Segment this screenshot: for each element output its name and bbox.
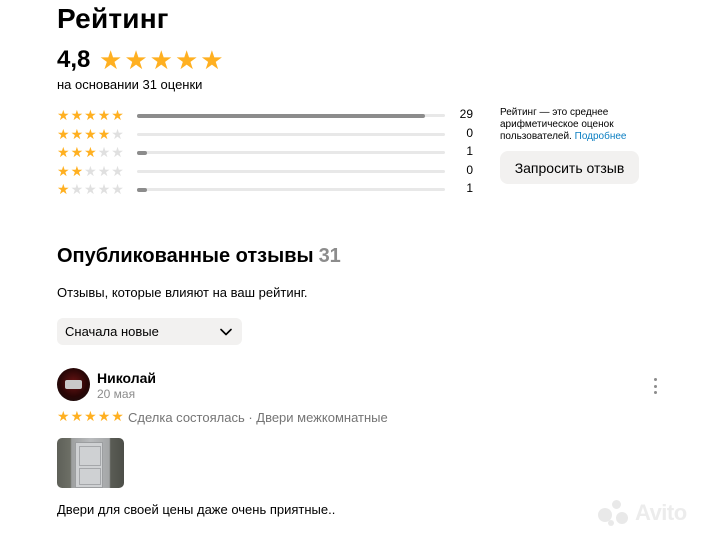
star-icon: ★: [111, 144, 125, 160]
star-icon: ★: [70, 126, 85, 142]
star-icon: ★: [57, 408, 71, 424]
star-icon: ★: [57, 144, 71, 160]
ratings-count-text: на основании 31 оценки: [57, 77, 203, 92]
rating-row-bar-fill: [137, 150, 147, 155]
star-icon: ★: [84, 163, 98, 179]
average-rating: 4,8: [57, 46, 91, 73]
star-icon: ★: [97, 107, 112, 123]
star-icon: ★: [111, 408, 125, 424]
more-options-icon[interactable]: [648, 376, 662, 396]
star-icon: ★: [124, 45, 148, 75]
star-icon: ★: [57, 163, 71, 179]
rating-row-stars: ★★★★★: [57, 107, 125, 123]
star-icon: ★: [174, 45, 199, 75]
star-icon: ★: [97, 163, 112, 179]
review-photo[interactable]: [57, 438, 124, 488]
star-icon: ★: [111, 107, 125, 123]
star-icon: ★: [200, 45, 224, 75]
rating-row-count: 1: [466, 181, 473, 195]
rating-row-1: ★★★★★ 1: [57, 181, 477, 199]
star-icon: ★: [70, 163, 85, 179]
request-review-button[interactable]: Запросить отзыв: [500, 151, 639, 184]
published-reviews-title: Опубликованные отзывы: [57, 245, 314, 267]
star-icon: ★: [70, 107, 85, 123]
published-reviews-heading: Опубликованные отзывы 31: [57, 245, 341, 268]
watermark-text: Avito: [635, 500, 687, 525]
rating-row-count: 1: [466, 144, 473, 158]
average-rating-stars: ★ ★ ★ ★ ★: [99, 47, 224, 73]
rating-row-bar-fill: [137, 113, 425, 118]
rating-row-5: ★★★★★ 29: [57, 107, 477, 125]
star-icon: ★: [57, 126, 71, 142]
avito-watermark: Avito: [598, 500, 687, 526]
star-icon: ★: [70, 181, 85, 197]
star-icon: ★: [84, 181, 98, 197]
sort-selected-value: Сначала новые: [65, 324, 159, 339]
rating-row-count: 29: [459, 107, 473, 121]
review-stars: ★★★★★: [57, 408, 125, 425]
rating-info: Рейтинг — это среднее арифметическое оце…: [500, 107, 640, 143]
sort-dropdown[interactable]: Сначала новые: [57, 318, 242, 345]
rating-row-bar: [137, 187, 445, 192]
chevron-down-icon: [220, 328, 232, 335]
rating-row-bar: [137, 113, 445, 118]
rating-row-2: ★★★★★ 0: [57, 163, 477, 181]
more-info-link[interactable]: Подробнее: [575, 131, 627, 142]
star-icon: ★: [84, 408, 98, 424]
rating-row-4: ★★★★★ 0: [57, 126, 477, 144]
review-date: 20 мая: [97, 387, 136, 401]
star-icon: ★: [97, 144, 112, 160]
rating-row-bar: [137, 133, 445, 136]
star-icon: ★: [149, 45, 173, 75]
review-deal-info: Сделка состоялась · Двери межкомнатные: [128, 410, 388, 425]
door-image: [75, 442, 103, 488]
star-icon: ★: [111, 163, 125, 179]
rating-row-3: ★★★★★ 1: [57, 144, 477, 162]
avito-logo-icon: [598, 500, 632, 526]
rating-row-stars: ★★★★★: [57, 181, 125, 197]
star-icon: ★: [84, 126, 98, 142]
star-icon: ★: [70, 408, 85, 424]
star-icon: ★: [70, 144, 85, 160]
rating-row-bar-fill: [137, 187, 147, 192]
published-reviews-count: 31: [318, 245, 341, 267]
star-icon: ★: [57, 107, 71, 123]
review-author[interactable]: Николай: [97, 370, 156, 386]
rating-row-stars: ★★★★★: [57, 144, 125, 160]
avatar-logo: [65, 380, 82, 389]
star-icon: ★: [111, 181, 125, 197]
star-icon: ★: [97, 181, 112, 197]
star-icon: ★: [84, 107, 98, 123]
rating-row-bar: [137, 150, 445, 155]
star-icon: ★: [111, 126, 125, 142]
rating-row-stars: ★★★★★: [57, 163, 125, 179]
star-icon: ★: [99, 45, 123, 75]
rating-row-count: 0: [466, 126, 473, 140]
rating-row-stars: ★★★★★: [57, 126, 125, 142]
page-title: Рейтинг: [57, 3, 169, 34]
star-icon: ★: [97, 408, 112, 424]
star-icon: ★: [97, 126, 112, 142]
avatar[interactable]: [57, 368, 90, 401]
star-icon: ★: [57, 181, 71, 197]
published-reviews-description: Отзывы, которые влияют на ваш рейтинг.: [57, 285, 308, 300]
rating-row-count: 0: [466, 163, 473, 177]
star-icon: ★: [84, 144, 98, 160]
rating-row-bar: [137, 170, 445, 173]
review-text: Двери для своей цены даже очень приятные…: [57, 502, 336, 517]
